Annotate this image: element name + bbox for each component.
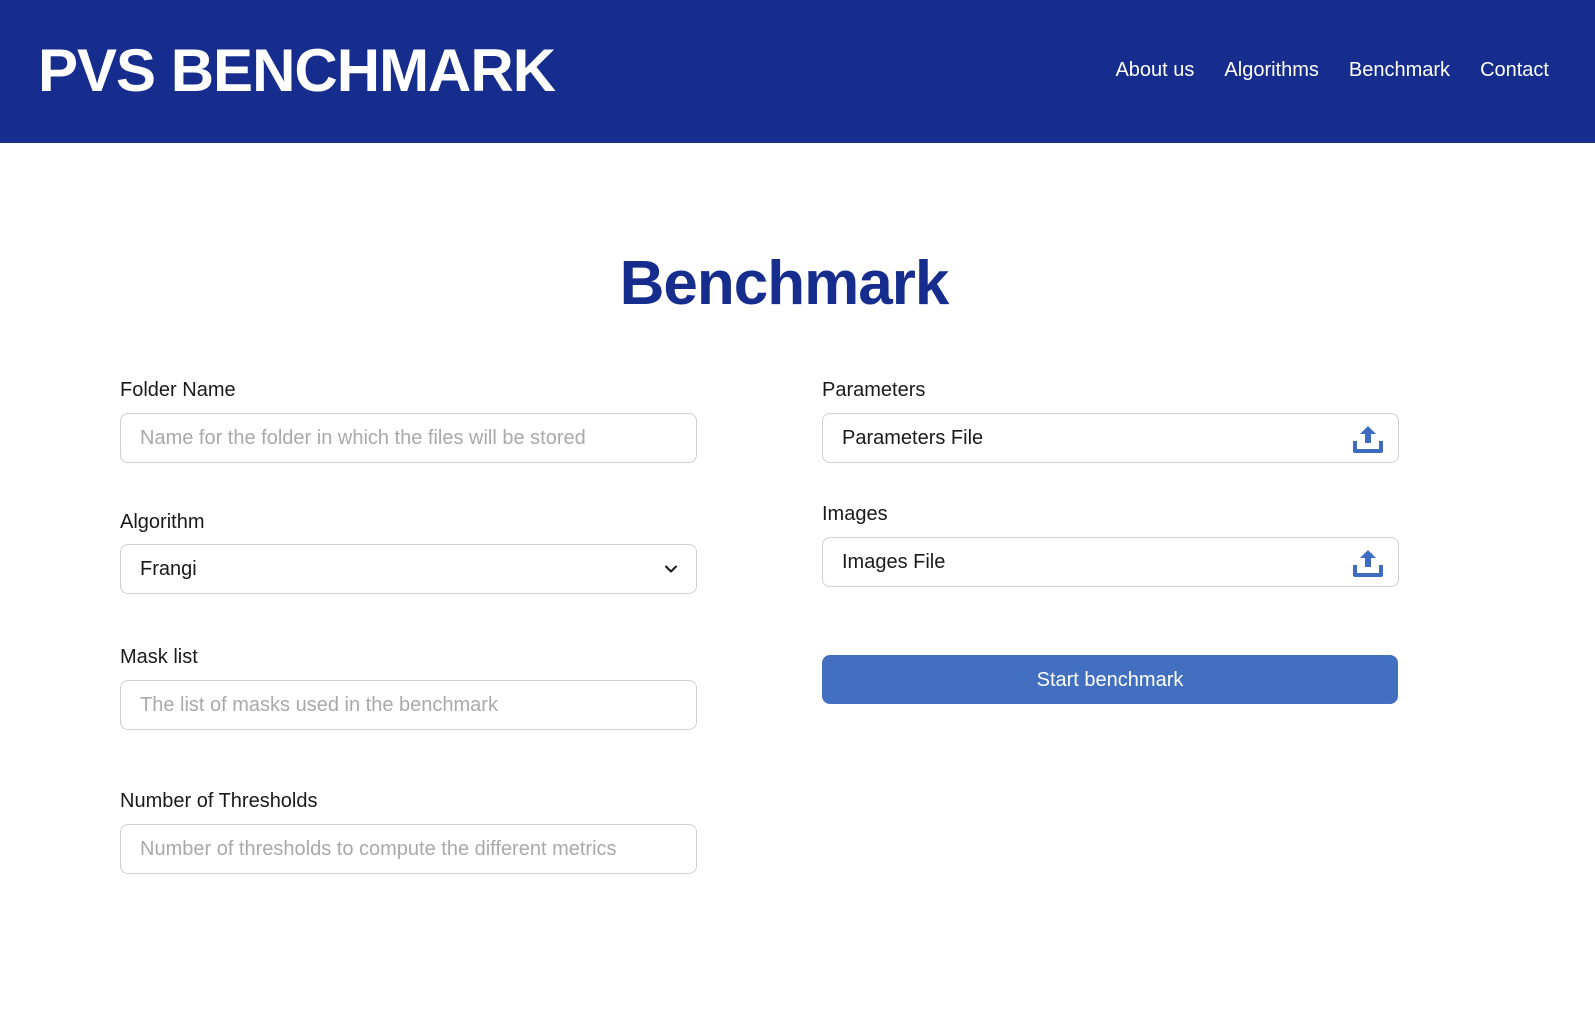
chevron-down-icon bbox=[665, 565, 677, 573]
thresholds-input[interactable] bbox=[120, 824, 697, 874]
images-file-input[interactable]: Images File bbox=[822, 537, 1399, 587]
algorithm-select[interactable]: Frangi bbox=[120, 544, 697, 594]
brand-logo-text[interactable]: PVS BENCHMARK bbox=[38, 38, 556, 104]
parameters-label: Parameters bbox=[822, 379, 926, 401]
main-nav: About us Algorithms Benchmark Contact bbox=[1115, 57, 1549, 83]
upload-icon bbox=[1353, 426, 1383, 453]
images-file-text: Images File bbox=[842, 551, 946, 573]
upload-icon bbox=[1353, 550, 1383, 577]
images-label: Images bbox=[822, 503, 888, 525]
folder-name-label: Folder Name bbox=[120, 379, 236, 401]
algorithm-label: Algorithm bbox=[120, 511, 205, 533]
nav-link-benchmark[interactable]: Benchmark bbox=[1349, 57, 1450, 83]
nav-link-contact[interactable]: Contact bbox=[1480, 57, 1549, 83]
top-header: PVS BENCHMARK About us Algorithms Benchm… bbox=[0, 0, 1595, 143]
page-title: Benchmark bbox=[619, 249, 950, 318]
nav-link-algorithms[interactable]: Algorithms bbox=[1224, 57, 1318, 83]
mask-list-label: Mask list bbox=[120, 646, 198, 668]
mask-list-input[interactable] bbox=[120, 680, 697, 730]
start-benchmark-button[interactable]: Start benchmark bbox=[822, 655, 1398, 704]
parameters-file-input[interactable]: Parameters File bbox=[822, 413, 1399, 463]
nav-link-about-us[interactable]: About us bbox=[1115, 57, 1194, 83]
algorithm-selected-value: Frangi bbox=[140, 558, 197, 580]
parameters-file-text: Parameters File bbox=[842, 427, 984, 449]
thresholds-label: Number of Thresholds bbox=[120, 790, 318, 812]
folder-name-input[interactable] bbox=[120, 413, 697, 463]
